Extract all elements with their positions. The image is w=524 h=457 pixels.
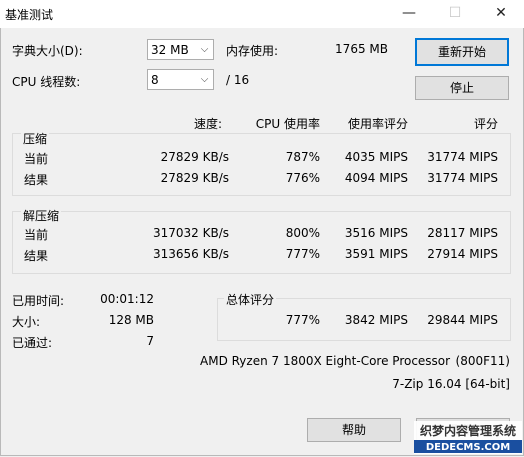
compress-current-cpu: 787% [285,150,320,164]
total-cpu: 777% [285,313,320,327]
restart-button[interactable]: 重新开始 [415,38,509,66]
compress-group [12,133,511,196]
column-speed: 速度: [193,117,222,131]
decompress-current-label: 当前 [24,228,49,242]
window-title: 基准测试 [5,8,54,22]
cpu-threads-total: / 16 [226,73,250,87]
elapsed-time-label: 已用时间: [12,294,65,308]
version-info: 7-Zip 16.04 [64-bit] [392,377,510,391]
cpu-id: (800F11) [455,354,510,368]
chevron-down-icon: ⌵ [200,44,209,55]
decompress-current-rpu: 3516 MIPS [344,226,408,240]
passes-value: 7 [146,334,154,348]
size-value: 128 MB [108,313,154,327]
compress-result-speed: 27829 KB/s [160,171,229,185]
total-rating-label: 总体评分 [224,291,277,308]
compress-result-rating: 31774 MIPS [427,171,498,185]
cpu-threads-select[interactable]: 8 ⌵ [147,69,214,90]
compress-result-rpu: 4094 MIPS [344,171,408,185]
dict-size-value: 32 MB [151,43,189,57]
decompress-result-rating: 27914 MIPS [427,247,498,261]
compress-current-label: 当前 [24,152,49,166]
column-rating: 评分 [473,117,498,131]
svg-text:织梦内容管理系统: 织梦内容管理系统 [420,423,516,438]
dict-size-select[interactable]: 32 MB ⌵ [147,39,214,60]
column-rating-per-usage: 使用率评分 [347,117,408,131]
stop-button[interactable]: 停止 [415,76,509,100]
decompress-result-rpu: 3591 MIPS [344,247,408,261]
cpu-name: AMD Ryzen 7 1800X Eight-Core Processor [200,354,451,368]
compress-current-speed: 27829 KB/s [160,150,229,164]
decompress-result-label: 结果 [24,249,49,263]
passes-label: 已通过: [12,336,53,350]
memory-usage-label: 内存使用: [226,44,279,58]
cpu-threads-value: 8 [151,73,159,87]
decompress-current-rating: 28117 MIPS [427,226,498,240]
svg-text:DEDECMS.COM: DEDECMS.COM [426,442,510,453]
compress-result-cpu: 776% [285,171,320,185]
minimize-button[interactable]: — [386,0,432,28]
total-rating: 29844 MIPS [427,313,498,327]
decompress-result-cpu: 777% [285,247,320,261]
memory-usage-value: 1765 MB [335,42,388,56]
compress-current-rpu: 4035 MIPS [344,150,408,164]
dict-size-label: 字典大小(D): [12,44,83,58]
maximize-button: ☐ [448,5,462,21]
elapsed-time-value: 00:01:12 [100,292,154,306]
help-button[interactable]: 帮助 [307,418,401,442]
decompress-result-speed: 313656 KB/s [152,247,229,261]
chevron-down-icon: ⌵ [200,74,209,85]
decompress-label: 解压缩 [21,207,62,224]
compress-current-rating: 31774 MIPS [427,150,498,164]
size-label: 大小: [12,315,41,329]
total-rpu: 3842 MIPS [344,313,408,327]
compress-result-label: 结果 [24,173,49,187]
decompress-current-speed: 317032 KB/s [152,226,229,240]
column-cpu-usage: CPU 使用率 [255,117,320,131]
site-watermark: 织梦内容管理系统 DEDECMS.COM [414,421,522,454]
decompress-current-cpu: 800% [285,226,320,240]
title-bar: 基准测试 — ☐ ✕ [0,0,524,28]
close-button[interactable]: ✕ [478,0,524,28]
compress-label: 压缩 [21,130,50,147]
decompress-group [12,211,511,274]
cpu-threads-label: CPU 线程数: [12,75,81,89]
